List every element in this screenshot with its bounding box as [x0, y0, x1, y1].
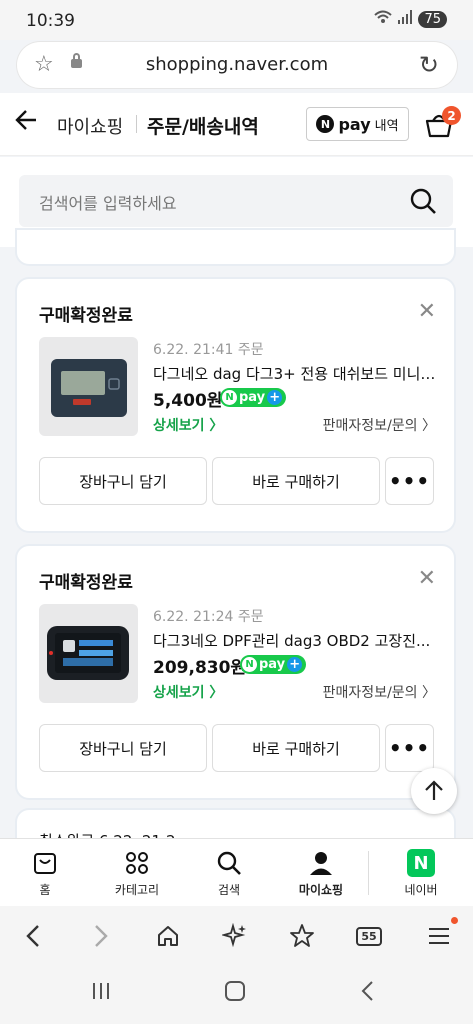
detail-link[interactable]: 상세보기 〉 [153, 682, 223, 702]
tab-label: 검색 [217, 883, 241, 897]
npay-label: pay [338, 114, 371, 134]
tab-naver[interactable]: N 네이버 [376, 839, 466, 907]
back-arrow-icon[interactable] [14, 107, 40, 140]
cart-count-badge: 2 [442, 106, 461, 125]
product-name[interactable]: 다그네오 dag 다그3+ 전용 대쉬보드 미니 ... [153, 363, 438, 384]
npay-n-icon: N [316, 115, 335, 133]
battery-indicator: 75 [418, 10, 447, 28]
page-title: 주문/배송내역 [147, 116, 259, 138]
tab-divider [368, 851, 369, 895]
status-bar: 10:39 75 [0, 0, 473, 40]
npay-sub-label: 내역 [374, 118, 399, 134]
order-card: 구매확정완료 ✕ 6.22. 21:41 주문 다그네오 dag 다그3+ 전용… [17, 279, 454, 531]
plus-icon: + [287, 657, 303, 672]
wifi-icon [374, 10, 393, 28]
detail-link[interactable]: 상세보기 〉 [153, 415, 223, 435]
tab-label: 마이쇼핑 [298, 883, 344, 897]
address-bar[interactable]: ☆ shopping.naver.com ↻ [17, 42, 457, 88]
add-to-cart-button[interactable]: 장바구니 담기 [39, 457, 207, 505]
bottom-tab-bar: 홈 카테고리 검색 마이쇼핑 N 네이버 [0, 838, 473, 906]
home-button-icon[interactable] [224, 980, 246, 1008]
nav-back-icon[interactable] [358, 980, 378, 1008]
breadcrumb-divider [136, 115, 137, 133]
tab-label: 카테고리 [114, 883, 160, 897]
buy-now-button[interactable]: 바로 구매하기 [212, 457, 380, 505]
npay-badge-label: pay [239, 390, 266, 405]
status-icons: 75 [374, 10, 447, 28]
npay-badge-label: pay [259, 657, 286, 672]
seller-info-link[interactable]: 판매자정보/문의 〉 [323, 682, 436, 702]
search-input[interactable]: 검색어를 입력하세요 [19, 175, 453, 227]
page-header: 마이쇼핑 주문/배송내역 N pay 내역 [0, 93, 473, 156]
order-card: 구매확정완료 ✕ 6.22. 21:24 주문 다그3네오 DPF관리 dag3… [17, 546, 454, 798]
product-price: 209,830원 [153, 658, 247, 678]
home-bag-icon [0, 849, 90, 877]
browser-forward-icon[interactable] [84, 920, 118, 952]
close-icon[interactable]: ✕ [418, 566, 436, 591]
npay-history-button[interactable]: N pay 내역 [306, 107, 409, 141]
sparkle-icon[interactable] [218, 920, 252, 952]
tab-search[interactable]: 검색 [184, 839, 274, 907]
notification-dot [451, 917, 458, 924]
product-name[interactable]: 다그3네오 DPF관리 dag3 OBD2 고장진... [153, 630, 438, 651]
order-status: 구매확정완료 [39, 306, 133, 326]
seller-info-link[interactable]: 판매자정보/문의 〉 [323, 415, 436, 435]
order-date: 6.22. 21:41 주문 [153, 342, 264, 358]
npay-badge: N pay + [240, 655, 307, 674]
product-price: 5,400원 [153, 391, 223, 411]
close-icon[interactable]: ✕ [418, 299, 436, 324]
browser-back-icon[interactable] [16, 920, 50, 952]
signal-icon [398, 10, 413, 28]
add-to-cart-button[interactable]: 장바구니 담기 [39, 724, 207, 772]
system-nav-bar [0, 966, 473, 1024]
tab-category[interactable]: 카테고리 [92, 839, 182, 907]
search-icon[interactable] [409, 187, 437, 215]
naver-n-icon: N [376, 849, 466, 877]
more-options-button[interactable]: ••• [385, 457, 434, 505]
buy-now-button[interactable]: 바로 구매하기 [212, 724, 380, 772]
npay-n-icon: N [222, 390, 237, 405]
tab-home[interactable]: 홈 [0, 839, 90, 907]
browser-home-icon[interactable] [151, 920, 185, 952]
tabs-icon[interactable]: 55 [352, 920, 386, 952]
tab-my-shopping[interactable]: 마이쇼핑 [276, 839, 366, 907]
tabs-count: 55 [356, 926, 382, 946]
menu-icon[interactable] [422, 920, 456, 952]
product-thumbnail[interactable] [39, 337, 138, 436]
npay-n-icon: N [242, 657, 257, 672]
order-status: 구매확정완료 [39, 573, 133, 593]
breadcrumb-my-shopping[interactable]: 마이쇼핑 [57, 113, 123, 139]
npay-badge: N pay + [220, 388, 287, 407]
product-thumbnail[interactable] [39, 604, 138, 703]
person-icon [276, 849, 366, 877]
order-card-partial [17, 230, 454, 264]
order-date: 6.22. 21:24 주문 [153, 609, 264, 625]
more-options-button[interactable]: ••• [385, 724, 434, 772]
category-grid-icon [92, 849, 182, 877]
search-placeholder: 검색어를 입력하세요 [39, 194, 177, 213]
browser-toolbar: 55 [0, 906, 473, 966]
tab-label: 홈 [39, 883, 51, 897]
tab-label: 네이버 [404, 883, 438, 897]
reload-icon[interactable]: ↻ [419, 51, 439, 79]
scroll-to-top-button[interactable] [411, 768, 457, 814]
url-text[interactable]: shopping.naver.com [17, 54, 457, 75]
recent-apps-icon[interactable] [90, 980, 112, 1008]
status-time: 10:39 [26, 11, 75, 31]
plus-icon: + [267, 390, 283, 405]
search-icon [184, 849, 274, 877]
bookmarks-star-icon[interactable] [285, 920, 319, 952]
